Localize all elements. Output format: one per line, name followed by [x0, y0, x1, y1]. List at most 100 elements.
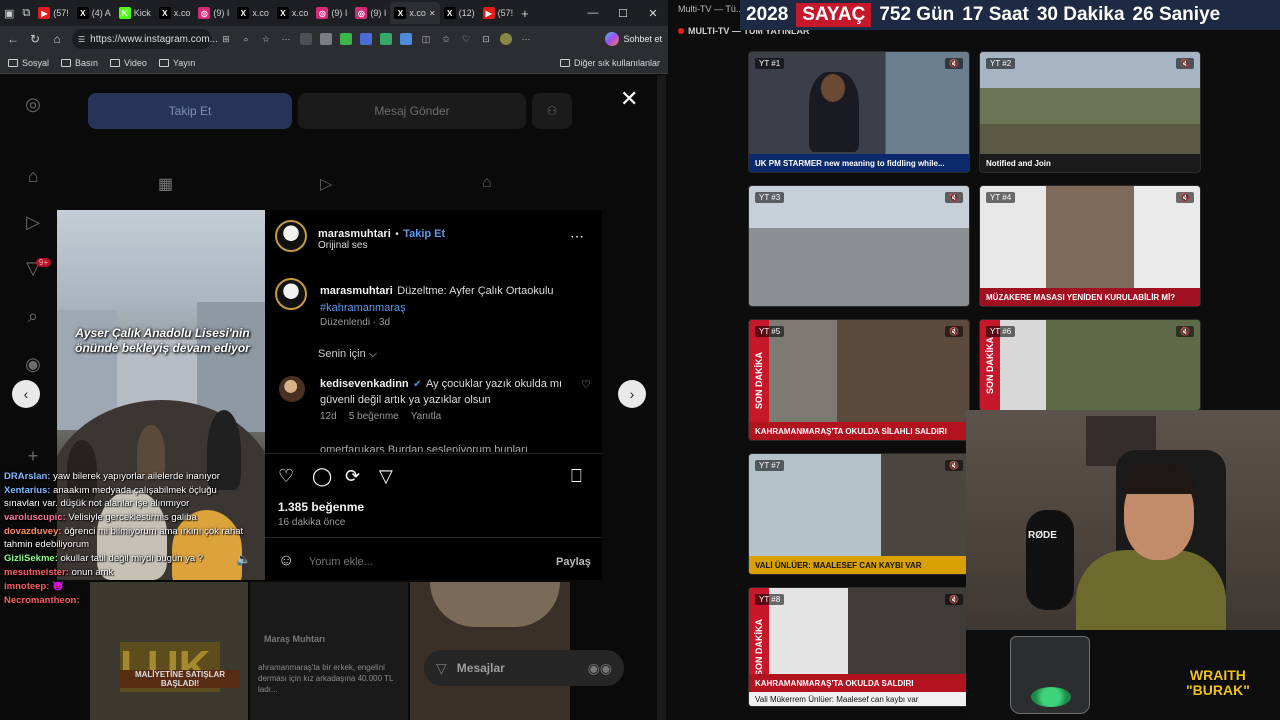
home-nav-icon[interactable]: ⌂	[18, 166, 48, 187]
tile-mute-icon[interactable]: 🔇	[945, 58, 963, 69]
browser-tab[interactable]: X (12)	[440, 2, 479, 24]
extension-icon[interactable]	[360, 33, 372, 45]
stream-tile-2[interactable]: YT #2 🔇 Notified and Join	[979, 51, 1201, 173]
tile-mute-icon[interactable]: 🔇	[945, 326, 963, 337]
browser-tab[interactable]: K Kick	[115, 2, 155, 24]
browser-tab[interactable]: Xx.co ✕	[390, 2, 440, 24]
create-nav-icon[interactable]: +	[18, 446, 48, 467]
commenter-avatar[interactable]	[279, 376, 305, 402]
stream-tile-5[interactable]: SON DAKİKA YT #5 🔇 KAHRAMANMARAŞ'TA OKUL…	[748, 319, 970, 441]
browser-tab[interactable]: ◎ (9) I	[351, 2, 390, 24]
browser-tab[interactable]: Xx.co	[273, 2, 313, 24]
more-options-icon[interactable]: ⋯	[570, 228, 584, 245]
posts-grid-tab-icon[interactable]: ▦	[158, 174, 173, 194]
messages-button[interactable]: ▽ Mesajlar ◉◉	[424, 650, 624, 686]
tab-actions-button[interactable]: ⧉	[18, 2, 34, 24]
author-avatar[interactable]	[275, 220, 307, 252]
extension-icon[interactable]	[320, 33, 332, 45]
instagram-logo-icon[interactable]: ◎	[18, 94, 48, 115]
bookmark-folder-yayin[interactable]: Yayın	[158, 58, 195, 68]
bookmark-folder-video[interactable]: Video	[110, 58, 147, 68]
more-dots-icon[interactable]: ⋯	[280, 33, 292, 45]
like-icon[interactable]: ♡	[278, 466, 294, 487]
tile-mute-icon[interactable]: 🔇	[945, 460, 963, 471]
reply-button[interactable]: Yanıtla	[411, 411, 441, 422]
comment-likes[interactable]: 5 beğenme	[349, 411, 399, 422]
other-favorites[interactable]: Diğer sık kullanılanlar	[559, 58, 660, 68]
stream-tile-3[interactable]: YT #3 🔇	[748, 185, 970, 307]
stream-tile-6[interactable]: SON DAKİKA YT #6 🔇	[979, 319, 1201, 411]
stream-tile-1[interactable]: YT #1 🔇 UK PM STARMER new meaning to fid…	[748, 51, 970, 173]
tile-mute-icon[interactable]: 🔇	[1176, 192, 1194, 203]
stream-tile-8[interactable]: SON DAKİKA YT #8 🔇 KAHRAMANMARAŞ'TA OKUL…	[748, 587, 970, 707]
stream-tile-7[interactable]: YT #7 🔇 VALİ ÜNLÜER: MAALESEF CAN KAYBI …	[748, 453, 970, 575]
follow-link[interactable]: Takip Et	[403, 228, 445, 240]
split-screen-icon[interactable]: ◫	[420, 33, 432, 45]
favorites-icon[interactable]: ✩	[440, 33, 452, 45]
profile-message-button[interactable]: Mesaj Gönder	[298, 93, 526, 129]
tagged-tab-icon[interactable]: ⌂	[482, 174, 492, 192]
menu-dots-icon[interactable]: ⋯	[520, 33, 532, 45]
bookmark-folder-sosyal[interactable]: Sosyal	[8, 58, 49, 68]
audio-label[interactable]: Orijinal ses	[318, 240, 367, 251]
refresh-icon[interactable]: ↻	[28, 32, 42, 46]
site-info-icon[interactable]: ☰	[78, 35, 85, 44]
save-bookmark-icon[interactable]: ⎕	[571, 466, 582, 487]
author-username[interactable]: marasmuhtari	[318, 228, 391, 240]
browser-tab[interactable]: Xx.co	[233, 2, 273, 24]
browser-tab[interactable]: Xx.co	[155, 2, 195, 24]
previous-post-button[interactable]: ‹	[12, 380, 40, 408]
maximize-button[interactable]: ☐	[608, 7, 638, 20]
page-scrollbar[interactable]	[657, 75, 666, 720]
zoom-icon[interactable]: ⌕	[240, 33, 252, 45]
back-icon[interactable]: ←	[6, 32, 20, 46]
tile-mute-icon[interactable]: 🔇	[1176, 58, 1194, 69]
screenshot-icon[interactable]: ⊡	[480, 33, 492, 45]
browser-tab[interactable]: ▶ (57!	[479, 2, 518, 24]
tile-mute-icon[interactable]: 🔇	[945, 594, 963, 605]
repost-icon[interactable]: ⟳	[345, 466, 360, 487]
new-tab-button[interactable]: +	[517, 2, 533, 24]
explore-nav-icon[interactable]: ◉	[18, 354, 48, 375]
close-modal-icon[interactable]: ✕	[620, 86, 638, 112]
comment-username[interactable]: kedisevenkadinn	[320, 378, 409, 390]
bookmark-folder-basin[interactable]: Basın	[61, 58, 98, 68]
extension-icon[interactable]	[340, 33, 352, 45]
comment-input[interactable]	[309, 553, 539, 571]
likes-count[interactable]: 1.385 beğenme	[278, 500, 364, 514]
reels-nav-icon[interactable]: ▷	[18, 212, 48, 233]
caption-username[interactable]: marasmuhtari	[320, 285, 393, 297]
favorite-star-icon[interactable]: ☆	[260, 33, 272, 45]
next-post-button[interactable]: ›	[618, 380, 646, 408]
url-field[interactable]: ☰ https://www.instagram.com...	[72, 29, 218, 49]
tile-mute-icon[interactable]: 🔇	[945, 192, 963, 203]
grid-thumbnail[interactable]: Maraş Muhtarı ahramanmaraş'ta bir erkek,…	[250, 582, 408, 720]
minimize-button[interactable]: —	[578, 7, 608, 20]
browser-tab[interactable]: X (4) A	[73, 2, 115, 24]
comment-icon[interactable]: ◯	[312, 466, 332, 487]
extension-icon[interactable]	[300, 33, 312, 45]
close-window-button[interactable]: ✕	[638, 7, 668, 20]
search-nav-icon[interactable]: ⌕	[18, 306, 48, 327]
tile-mute-icon[interactable]: 🔇	[1176, 326, 1194, 337]
browser-tab[interactable]: ▶ (57!	[34, 2, 73, 24]
reels-tab-icon[interactable]: ▷	[320, 174, 332, 194]
stream-tile-4[interactable]: YT #4 🔇 MÜZAKERE MASASI YENİDEN KURULABİ…	[979, 185, 1201, 307]
workspaces-button[interactable]: ▣	[0, 2, 18, 24]
browser-tab[interactable]: ◎ (9) I	[312, 2, 351, 24]
read-aloud-icon[interactable]: ⊞	[220, 33, 232, 45]
profile-follow-button[interactable]: Takip Et	[88, 93, 292, 129]
extension-icon[interactable]	[400, 33, 412, 45]
suggested-users-button[interactable]: ⚇	[532, 93, 572, 129]
close-tab-icon[interactable]: ✕	[429, 9, 436, 18]
comment-like-icon[interactable]: ♡	[581, 378, 591, 391]
caption-avatar[interactable]	[275, 278, 307, 310]
sort-dropdown[interactable]: Senin için ⌵	[318, 348, 377, 361]
browser-tab[interactable]: ◎ (9) I	[194, 2, 233, 24]
emoji-icon[interactable]: ☺	[278, 552, 294, 570]
share-icon[interactable]: ▽	[379, 466, 393, 487]
heart-icon[interactable]: ♡	[460, 33, 472, 45]
copilot-chat-button[interactable]: Sohbet et	[605, 32, 662, 46]
profile-avatar[interactable]	[500, 33, 512, 45]
home-icon[interactable]: ⌂	[50, 32, 64, 46]
